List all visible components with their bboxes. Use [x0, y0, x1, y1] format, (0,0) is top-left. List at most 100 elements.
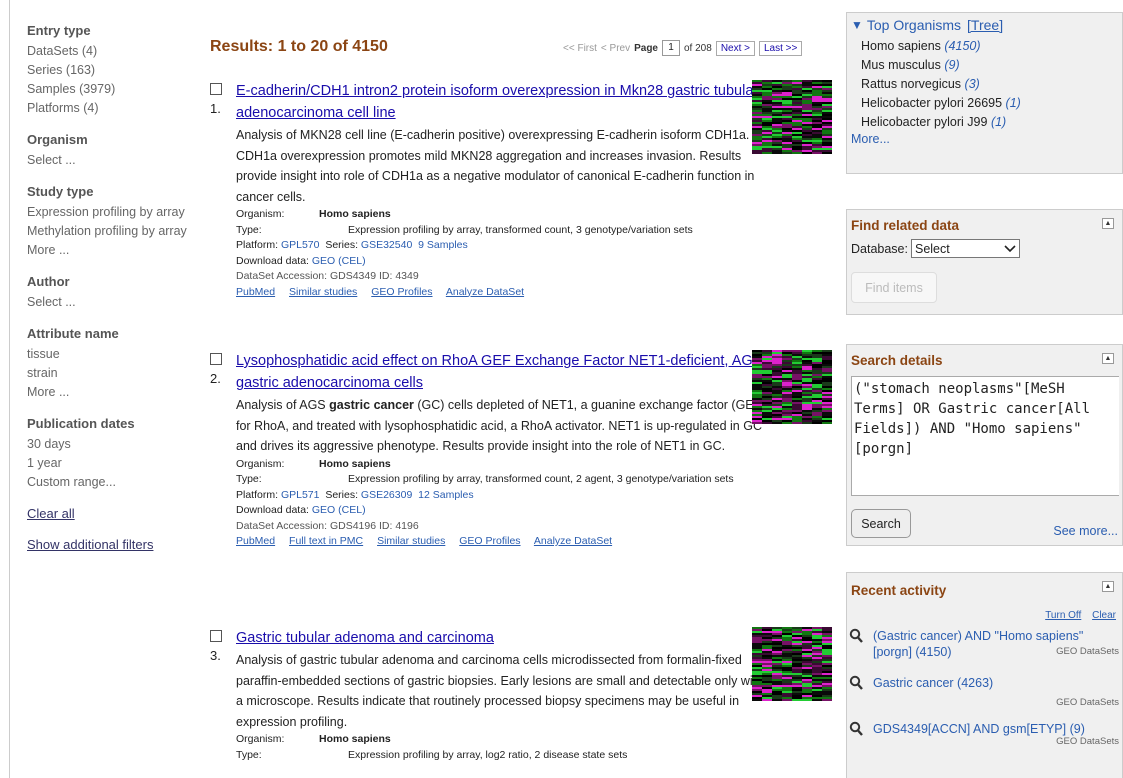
organism-item[interactable]: Helicobacter pylori 26695 (1) — [861, 94, 1122, 113]
heatmap-cell — [802, 627, 813, 630]
pager-next-button[interactable]: Next > — [715, 40, 755, 56]
geo-profiles-link[interactable]: GEO Profiles — [371, 286, 432, 298]
find-items-button[interactable]: Find items — [851, 272, 937, 303]
heatmap-thumbnail[interactable] — [752, 80, 832, 154]
recent-item[interactable]: GDS4349[ACCN] AND gsm[ETYP] (9) GEO Data… — [849, 721, 1119, 757]
heatmap-cell — [782, 364, 793, 367]
result-title-link[interactable]: E-cadherin/CDH1 intron2 protein isoform … — [236, 80, 766, 124]
heatmap-cell — [752, 368, 763, 371]
clear-all-link[interactable]: Clear all — [27, 506, 197, 521]
samples-link[interactable]: 9 Samples — [418, 239, 468, 251]
heatmap-cell — [792, 390, 803, 393]
recent-item[interactable]: Gastric cancer (4263) GEO DataSets — [849, 675, 1119, 711]
heatmap-cell — [802, 631, 813, 634]
heatmap-cell — [762, 100, 773, 103]
filter-option[interactable]: strain — [27, 364, 197, 383]
heatmap-cell — [762, 80, 773, 83]
collapse-icon[interactable]: ▲ — [1102, 353, 1114, 364]
collapse-icon[interactable]: ▲ — [1102, 218, 1114, 229]
heatmap-cell — [762, 370, 773, 373]
heatmap-cell — [772, 691, 783, 694]
pubmed-link[interactable]: PubMed — [236, 535, 275, 547]
pager-first[interactable]: << First — [563, 43, 597, 54]
platform-link[interactable]: GPL571 — [281, 489, 320, 501]
result-checkbox[interactable] — [210, 630, 222, 642]
triangle-down-icon[interactable]: ▼ — [851, 18, 863, 32]
similar-studies-link[interactable]: Similar studies — [377, 535, 445, 547]
result-checkbox[interactable] — [210, 83, 222, 95]
result-checkbox[interactable] — [210, 353, 222, 365]
heatmap-cell — [802, 122, 813, 125]
download-link[interactable]: GEO (CEL) — [312, 504, 366, 516]
filter-option[interactable]: 30 days — [27, 435, 197, 454]
organism-name: Mus musculus — [861, 58, 941, 72]
recent-item[interactable]: (Gastric cancer) AND "Homo sapiens"[porg… — [849, 628, 1119, 668]
organism-item[interactable]: Helicobacter pylori J99 (1) — [861, 113, 1122, 132]
series-link[interactable]: GSE32540 — [361, 239, 412, 251]
show-additional-filters-link[interactable]: Show additional filters — [27, 537, 197, 552]
heatmap-cell — [792, 689, 803, 692]
heatmap-cell — [822, 84, 832, 87]
analyze-dataset-link[interactable]: Analyze DataSet — [446, 286, 524, 298]
organisms-more-link[interactable]: More... — [851, 132, 1122, 146]
heatmap-cell — [762, 655, 773, 658]
see-more-link[interactable]: See more... — [1053, 524, 1118, 538]
database-select[interactable]: Select — [910, 239, 1020, 258]
filter-option[interactable]: Platforms (4) — [27, 99, 197, 118]
series-link[interactable]: GSE26309 — [361, 489, 412, 501]
heatmap-thumbnail[interactable] — [752, 350, 832, 424]
pager-prev[interactable]: < Prev — [601, 43, 630, 54]
filter-option[interactable]: Methylation profiling by array — [27, 222, 197, 241]
filter-option[interactable]: Samples (3979) — [27, 80, 197, 99]
filter-option[interactable]: Select ... — [27, 293, 197, 312]
samples-link[interactable]: 12 Samples — [418, 489, 473, 501]
heatmap-cell — [762, 400, 773, 403]
heatmap-cell — [772, 631, 783, 634]
database-label: Database: — [851, 241, 908, 256]
organism-item[interactable]: Rattus norvegicus (3) — [861, 75, 1122, 94]
pager-last-button[interactable]: Last >> — [759, 40, 803, 56]
similar-studies-link[interactable]: Similar studies — [289, 286, 357, 298]
download-link[interactable]: GEO (CEL) — [312, 255, 366, 267]
page-number-input[interactable]: 1 — [662, 40, 680, 56]
heatmap-cell — [752, 104, 763, 107]
search-query-textarea[interactable]: ("stomach neoplasms"[MeSH Terms] OR Gast… — [851, 376, 1119, 496]
filter-option[interactable]: 1 year — [27, 454, 197, 473]
filter-option[interactable]: Expression profiling by array — [27, 203, 197, 222]
organism-item[interactable]: Mus musculus (9) — [861, 56, 1122, 75]
heatmap-cell — [762, 653, 773, 656]
heatmap-cell — [762, 697, 773, 700]
platform-link[interactable]: GPL570 — [281, 239, 320, 251]
clear-link[interactable]: Clear — [1092, 610, 1116, 621]
heatmap-cell — [782, 374, 793, 377]
filter-option[interactable]: Custom range... — [27, 473, 197, 492]
collapse-icon[interactable]: ▲ — [1102, 581, 1114, 592]
filter-sidebar: Entry type DataSets (4) Series (163) Sam… — [0, 0, 200, 778]
recent-item-source: GEO DataSets — [1056, 736, 1119, 747]
pubmed-link[interactable]: PubMed — [236, 286, 275, 298]
filter-heading: Attribute name — [27, 326, 119, 341]
heatmap-cell — [782, 408, 793, 411]
tree-link[interactable]: [Tree] — [967, 17, 1003, 33]
organism-item[interactable]: Homo sapiens (4150) — [861, 37, 1122, 56]
heatmap-cell — [822, 122, 832, 125]
heatmap-cell — [762, 408, 773, 411]
filter-option[interactable]: More ... — [27, 383, 197, 402]
search-button[interactable]: Search — [851, 509, 911, 538]
filter-option[interactable]: DataSets (4) — [27, 42, 197, 61]
heatmap-cell — [812, 653, 823, 656]
heatmap-cell — [772, 384, 783, 387]
result-title-link[interactable]: Lysophosphatidic acid effect on RhoA GEF… — [236, 350, 766, 394]
heatmap-thumbnail[interactable] — [752, 627, 832, 701]
analyze-dataset-link[interactable]: Analyze DataSet — [534, 535, 612, 547]
filter-option[interactable]: Select ... — [27, 151, 197, 170]
filter-option[interactable]: Series (163) — [27, 61, 197, 80]
heatmap-cell — [762, 102, 773, 105]
result-title-link[interactable]: Gastric tubular adenoma and carcinoma — [236, 627, 766, 649]
filter-option[interactable]: tissue — [27, 345, 197, 364]
heatmap-cell — [772, 376, 783, 379]
filter-option[interactable]: More ... — [27, 241, 197, 260]
full-text-pmc-link[interactable]: Full text in PMC — [289, 535, 363, 547]
geo-profiles-link[interactable]: GEO Profiles — [459, 535, 520, 547]
turn-off-link[interactable]: Turn Off — [1045, 610, 1081, 621]
